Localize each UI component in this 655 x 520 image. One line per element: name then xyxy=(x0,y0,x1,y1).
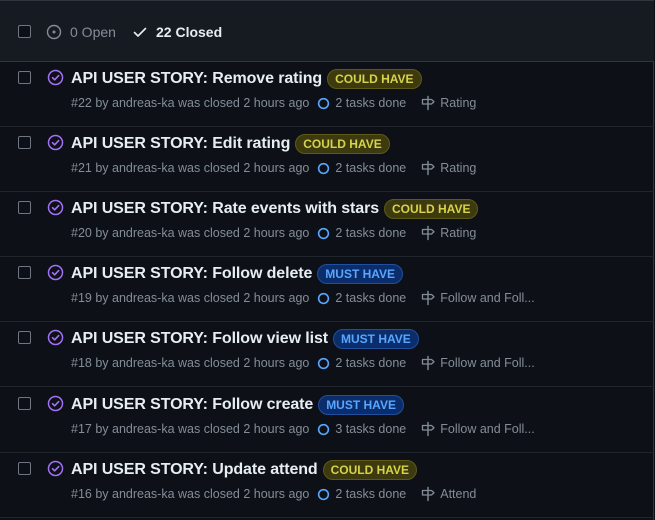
issue-meta: #16 by andreas-ka was closed 2 hours ago xyxy=(71,487,310,501)
issue-closed-icon xyxy=(47,69,64,86)
milestone-label: Attend xyxy=(440,487,477,501)
milestone-icon xyxy=(422,486,435,502)
milestone-label: Rating xyxy=(440,226,477,240)
priority-label[interactable]: MUST HAVE xyxy=(318,395,404,415)
issue-closed-icon xyxy=(47,134,64,151)
issue-checkbox[interactable] xyxy=(18,201,31,214)
milestone-link[interactable]: Follow and Foll... xyxy=(420,421,535,437)
issue-title-link[interactable]: API USER STORY: Remove rating xyxy=(71,70,322,88)
issue-closed-icon xyxy=(47,329,64,346)
milestone-link[interactable]: Rating xyxy=(420,160,476,176)
open-filter-button[interactable]: 0 Open xyxy=(46,23,116,41)
issue-title-link[interactable]: API USER STORY: Follow view list xyxy=(71,330,328,348)
issue-closed-icon xyxy=(47,460,64,477)
tasks-done-label: 3 tasks done xyxy=(335,422,407,436)
progress-circle-icon xyxy=(318,162,330,174)
issue-title-link[interactable]: API USER STORY: Update attend xyxy=(71,461,318,479)
issue-title-link[interactable]: API USER STORY: Rate events with stars xyxy=(71,200,379,218)
milestone-link[interactable]: Attend xyxy=(420,486,476,502)
milestone-label: Follow and Foll... xyxy=(440,422,535,436)
tasks-progress[interactable]: 2 tasks done xyxy=(317,226,406,240)
milestone-icon xyxy=(422,421,435,437)
issue-row[interactable]: API USER STORY: Rate events with stars C… xyxy=(0,192,654,257)
issue-title-link[interactable]: API USER STORY: Follow delete xyxy=(71,265,312,283)
issue-row[interactable]: API USER STORY: Update attend COULD HAVE… xyxy=(0,453,654,518)
milestone-label: Follow and Foll... xyxy=(440,291,535,305)
issue-checkbox[interactable] xyxy=(18,71,31,84)
issue-checkbox[interactable] xyxy=(18,397,31,410)
milestone-link[interactable]: Rating xyxy=(420,95,476,111)
issue-row[interactable]: API USER STORY: Follow delete MUST HAVE … xyxy=(0,257,654,322)
priority-label[interactable]: COULD HAVE xyxy=(327,69,422,89)
progress-circle-icon xyxy=(318,357,330,369)
issue-checkbox[interactable] xyxy=(18,136,31,149)
milestone-icon xyxy=(422,355,435,371)
issue-meta: #17 by andreas-ka was closed 2 hours ago xyxy=(71,422,310,436)
issues-list-header: 0 Open 22 Closed xyxy=(0,0,654,62)
issue-closed-icon xyxy=(47,264,64,281)
priority-label[interactable]: COULD HAVE xyxy=(384,199,479,219)
issue-row[interactable]: API USER STORY: Remove rating COULD HAVE… xyxy=(0,62,654,127)
milestone-link[interactable]: Follow and Foll... xyxy=(420,290,535,306)
issue-checkbox[interactable] xyxy=(18,266,31,279)
issue-open-icon xyxy=(46,24,62,40)
milestone-icon xyxy=(422,95,435,111)
check-icon xyxy=(133,27,147,37)
tasks-done-label: 2 tasks done xyxy=(335,226,407,240)
milestone-icon xyxy=(422,225,435,241)
milestone-icon xyxy=(422,290,435,306)
tasks-progress[interactable]: 2 tasks done xyxy=(317,487,406,501)
tasks-done-label: 2 tasks done xyxy=(335,487,407,501)
milestone-label: Follow and Foll... xyxy=(440,356,535,370)
tasks-done-label: 2 tasks done xyxy=(335,96,407,110)
open-count-label: 0 Open xyxy=(70,24,116,40)
milestone-link[interactable]: Rating xyxy=(420,225,476,241)
issue-row[interactable]: API USER STORY: Follow create MUST HAVE … xyxy=(0,388,654,453)
issue-checkbox[interactable] xyxy=(18,331,31,344)
issue-title-link[interactable]: API USER STORY: Edit rating xyxy=(71,135,290,153)
issue-meta: #19 by andreas-ka was closed 2 hours ago xyxy=(71,291,310,305)
priority-label[interactable]: MUST HAVE xyxy=(333,329,419,349)
issue-closed-icon xyxy=(47,199,64,216)
tasks-done-label: 2 tasks done xyxy=(335,291,407,305)
issue-meta: #22 by andreas-ka was closed 2 hours ago xyxy=(71,96,310,110)
issue-title-link[interactable]: API USER STORY: Follow create xyxy=(71,396,313,414)
tasks-done-label: 2 tasks done xyxy=(335,356,407,370)
milestone-label: Rating xyxy=(440,161,477,175)
tasks-done-label: 2 tasks done xyxy=(335,161,407,175)
milestone-icon xyxy=(422,160,435,176)
issue-row[interactable]: API USER STORY: Edit rating COULD HAVE #… xyxy=(0,127,654,192)
priority-label[interactable]: COULD HAVE xyxy=(295,134,390,154)
progress-circle-icon xyxy=(318,292,330,304)
priority-label[interactable]: COULD HAVE xyxy=(322,460,418,480)
tasks-progress[interactable]: 3 tasks done xyxy=(317,422,406,436)
issue-closed-icon xyxy=(47,395,64,412)
progress-circle-icon xyxy=(318,423,330,435)
issue-meta: #20 by andreas-ka was closed 2 hours ago xyxy=(71,226,310,240)
closed-count-label: 22 Closed xyxy=(156,24,223,40)
milestone-label: Rating xyxy=(440,96,477,110)
tasks-progress[interactable]: 2 tasks done xyxy=(317,291,406,305)
tasks-progress[interactable]: 2 tasks done xyxy=(317,161,406,175)
issue-meta: #18 by andreas-ka was closed 2 hours ago xyxy=(71,356,310,370)
milestone-link[interactable]: Follow and Foll... xyxy=(420,355,535,371)
issues-list-panel: 0 Open 22 Closed API USER STORY: Remove … xyxy=(0,0,654,520)
issue-row[interactable]: API USER STORY: Follow view list MUST HA… xyxy=(0,322,654,387)
issue-meta: #21 by andreas-ka was closed 2 hours ago xyxy=(71,161,310,175)
select-all-checkbox[interactable] xyxy=(18,25,31,38)
closed-filter-button[interactable]: 22 Closed xyxy=(132,23,222,41)
tasks-progress[interactable]: 2 tasks done xyxy=(317,356,406,370)
issue-checkbox[interactable] xyxy=(18,462,31,475)
tasks-progress[interactable]: 2 tasks done xyxy=(317,96,406,110)
progress-circle-icon xyxy=(318,488,330,500)
progress-circle-icon xyxy=(318,227,330,239)
priority-label[interactable]: MUST HAVE xyxy=(317,264,404,284)
progress-circle-icon xyxy=(318,97,330,109)
